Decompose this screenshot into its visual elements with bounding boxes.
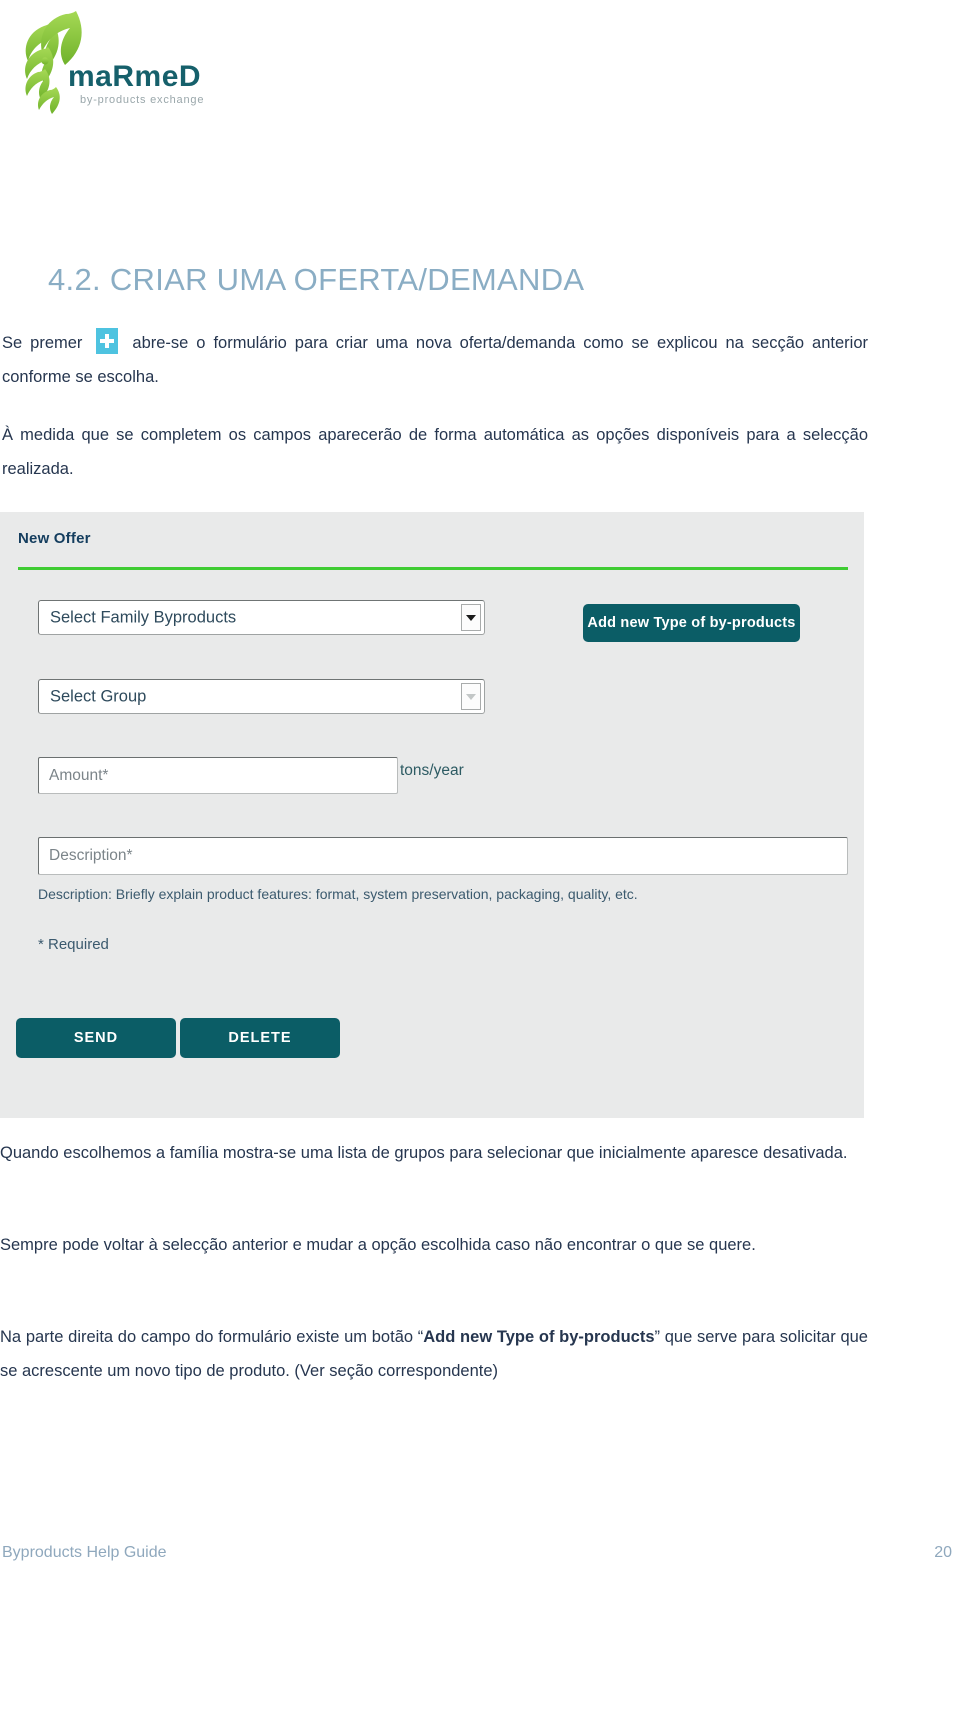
- description-input[interactable]: Description*: [38, 837, 848, 875]
- footer-document-title: Byproducts Help Guide: [2, 1544, 167, 1561]
- required-note: * Required: [38, 936, 109, 953]
- select-family-byproducts[interactable]: Select Family Byproducts: [38, 600, 485, 635]
- chevron-down-icon[interactable]: [461, 604, 481, 631]
- form-title-divider: [18, 567, 848, 570]
- send-button[interactable]: SEND: [16, 1018, 176, 1058]
- intro-text-before: Se premer: [2, 334, 83, 352]
- delete-button[interactable]: DELETE: [180, 1018, 340, 1058]
- add-new-type-button[interactable]: Add new Type of by-products: [583, 604, 800, 642]
- amount-input[interactable]: Amount*: [38, 757, 398, 794]
- amount-placeholder: Amount*: [49, 766, 109, 784]
- closing3-part1: Na parte direita do campo do formulário …: [0, 1328, 424, 1346]
- closing3-button-name: Add new Type of by-products: [423, 1328, 655, 1346]
- paragraph-auto-options: À medida que se completem os campos apar…: [2, 426, 868, 478]
- marmed-logo: maRmeD by-products exchange: [14, 8, 224, 118]
- logo-graphic: maRmeD by-products exchange: [25, 11, 204, 114]
- intro-text-after: abre-se o formulário para criar uma nova…: [2, 334, 868, 386]
- svg-text:by-products exchange: by-products exchange: [80, 94, 204, 106]
- description-helper-text: Description: Briefly explain product fea…: [38, 886, 638, 902]
- footer-page-number: 20: [934, 1544, 952, 1561]
- paragraph-closing-1: Quando escolhemos a família mostra-se um…: [0, 1144, 848, 1162]
- svg-text:maRmeD: maRmeD: [68, 60, 201, 93]
- page-title: 4.2. CRIAR UMA OFERTA/DEMANDA: [48, 262, 585, 297]
- plus-icon: [96, 328, 119, 354]
- chevron-down-icon-disabled: [461, 683, 481, 710]
- paragraph-closing-2: Sempre pode voltar à selecção anterior e…: [0, 1236, 756, 1254]
- description-placeholder: Description*: [49, 847, 133, 864]
- new-offer-form-screenshot: New Offer Select Family Byproducts Add n…: [0, 512, 864, 1118]
- select-family-label: Select Family Byproducts: [50, 608, 237, 626]
- select-group-label: Select Group: [50, 687, 147, 705]
- paragraph-closing-3: Na parte direita do campo do formulário …: [0, 1320, 868, 1388]
- paragraph-intro: Se premer abre-se o formulário para cria…: [2, 326, 868, 394]
- select-group[interactable]: Select Group: [38, 679, 485, 714]
- form-title: New Offer: [18, 530, 91, 547]
- amount-unit-label: tons/year: [400, 762, 464, 779]
